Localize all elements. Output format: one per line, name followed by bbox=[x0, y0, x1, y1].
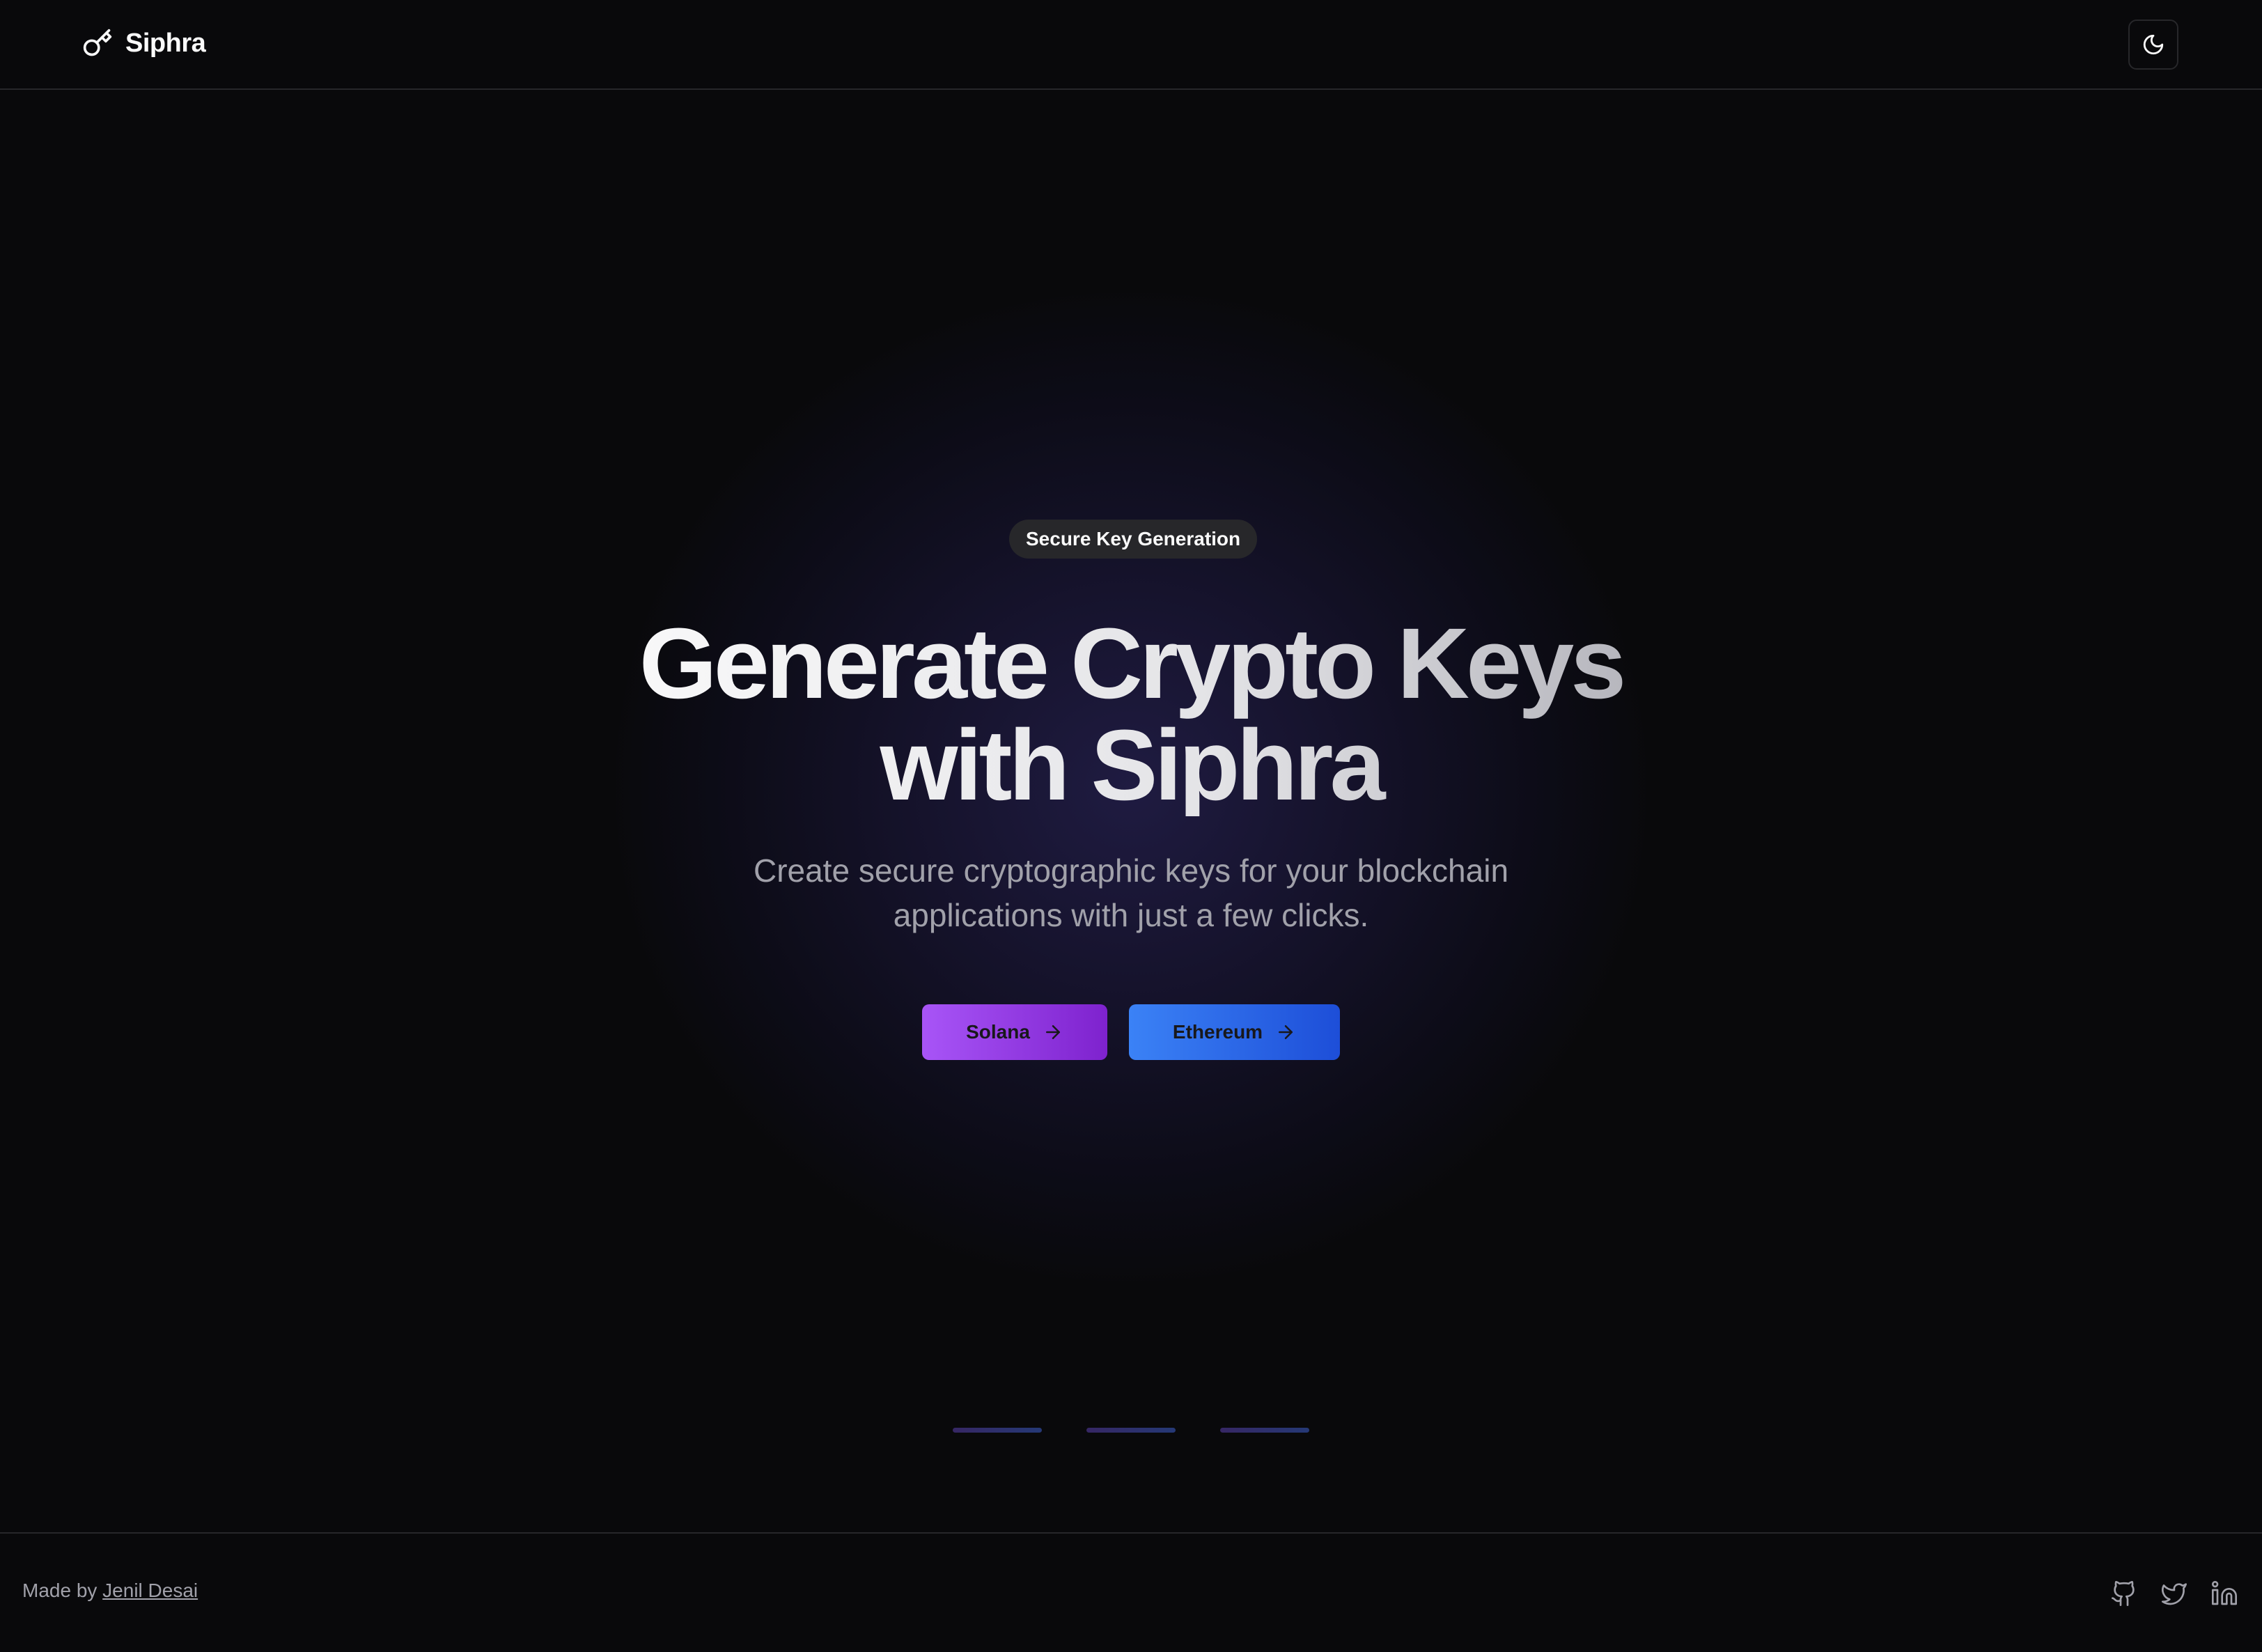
twitter-link[interactable] bbox=[2159, 1578, 2190, 1609]
footer: Made by Jenil Desai bbox=[0, 1532, 2262, 1652]
ethereum-button[interactable]: Ethereum bbox=[1129, 1004, 1340, 1060]
hero-badge: Secure Key Generation bbox=[1009, 520, 1258, 559]
solana-button-label: Solana bbox=[966, 1021, 1030, 1043]
ethereum-button-label: Ethereum bbox=[1172, 1021, 1263, 1043]
github-icon bbox=[2112, 1581, 2135, 1606]
hero-subtitle-line2: applications with just a few clicks. bbox=[893, 897, 1369, 933]
arrow-right-icon bbox=[1279, 1025, 1293, 1039]
carousel-indicators bbox=[0, 1428, 2262, 1433]
github-link[interactable] bbox=[2109, 1578, 2139, 1609]
key-icon bbox=[83, 29, 112, 56]
brand[interactable]: Siphra bbox=[82, 28, 206, 59]
author-link[interactable]: Jenil Desai bbox=[102, 1580, 198, 1601]
hero-title-line2: with Siphra bbox=[880, 709, 1382, 821]
moon-icon bbox=[2143, 34, 2164, 55]
linkedin-icon bbox=[2212, 1581, 2237, 1605]
footer-credit: Made by Jenil Desai bbox=[22, 1580, 198, 1602]
theme-toggle-button[interactable] bbox=[2128, 20, 2178, 70]
carousel-indicator[interactable] bbox=[953, 1428, 1042, 1433]
top-nav: Siphra bbox=[0, 0, 2262, 90]
hero-title-line1: Generate Crypto Keys bbox=[639, 607, 1623, 719]
hero-title: Generate Crypto Keys with Siphra bbox=[435, 613, 1827, 816]
linkedin-link[interactable] bbox=[2209, 1578, 2240, 1609]
footer-credit-prefix: Made by bbox=[22, 1580, 103, 1601]
solana-button[interactable]: Solana bbox=[922, 1004, 1107, 1060]
carousel-indicator[interactable] bbox=[1220, 1428, 1309, 1433]
arrow-right-icon bbox=[1045, 1025, 1060, 1039]
hero-subtitle-line1: Create secure cryptographic keys for you… bbox=[753, 852, 1509, 889]
page: Siphra Secure Key Generation Generate Cr… bbox=[0, 0, 2262, 1652]
twitter-icon bbox=[2162, 1583, 2187, 1605]
brand-name: Siphra bbox=[125, 28, 206, 58]
hero-subtitle: Create secure cryptographic keys for you… bbox=[644, 848, 1618, 937]
carousel-indicator[interactable] bbox=[1086, 1428, 1176, 1433]
